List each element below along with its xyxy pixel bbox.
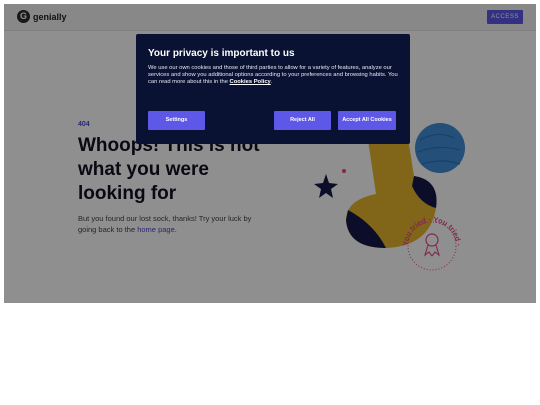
page: G genially ACCESS 404 Whoops! This is no… xyxy=(4,4,536,303)
cookie-dialog: Your privacy is important to us We use o… xyxy=(136,34,410,144)
dialog-title: Your privacy is important to us xyxy=(148,48,295,59)
dialog-body-end: . xyxy=(270,79,273,85)
reject-all-button[interactable]: Reject All xyxy=(274,111,331,130)
settings-button[interactable]: Settings xyxy=(148,111,205,130)
cookies-policy-link[interactable]: Cookies Policy xyxy=(230,79,271,85)
accept-all-cookies-button[interactable]: Accept All Cookies xyxy=(338,111,396,130)
dialog-body: We use our own cookies and those of thir… xyxy=(148,65,398,85)
blank-area xyxy=(0,303,540,405)
dialog-text: We use our own cookies and those of thir… xyxy=(148,65,398,86)
